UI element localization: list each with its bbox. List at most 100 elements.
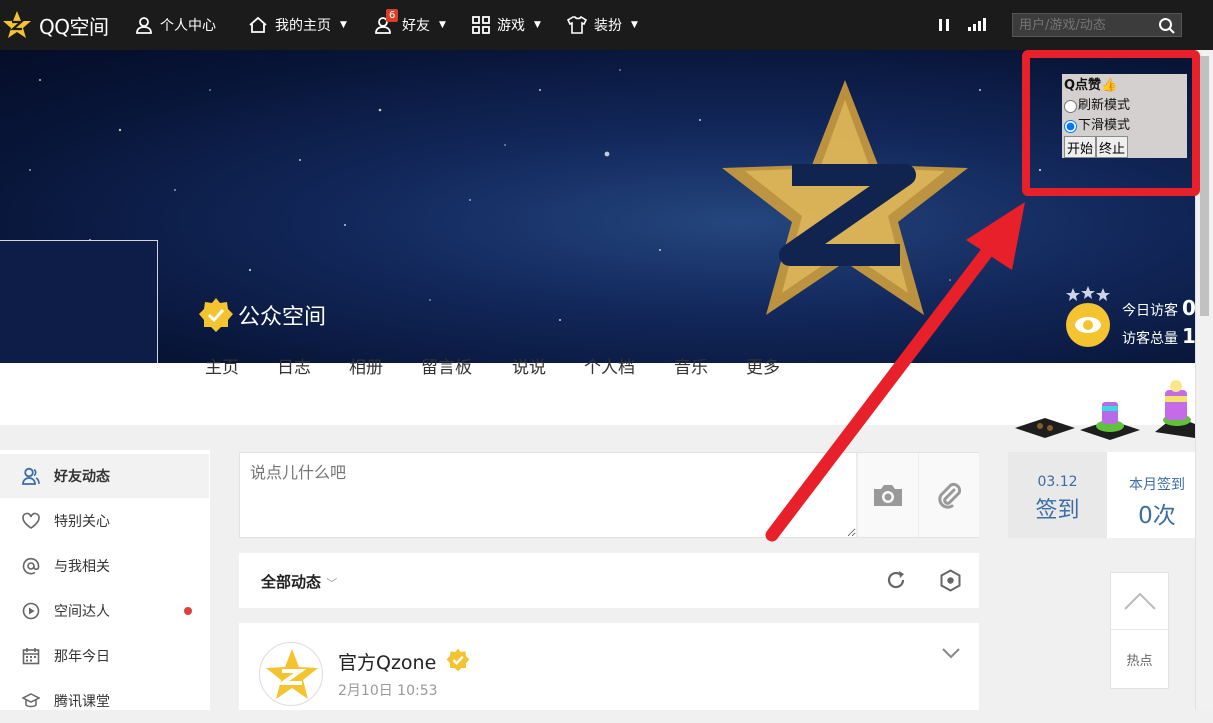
feed-author-name: 官方Qzone	[338, 652, 437, 674]
tab-message-board[interactable]: 留言板	[421, 353, 472, 378]
nav-friends[interactable]: 好友 ▼	[375, 0, 446, 50]
brand-text: 公众空间	[238, 305, 327, 330]
feed-filter-dropdown[interactable]: 全部动态 ﹀	[261, 571, 337, 592]
post-input[interactable]	[240, 453, 857, 537]
chevron-down-icon: ▼	[439, 20, 446, 30]
qzone-star-emblem	[722, 80, 968, 315]
home-icon	[249, 16, 267, 33]
visitors-total-count: 1	[1182, 324, 1196, 348]
hot-topics-button[interactable]: 热点	[1111, 650, 1168, 669]
search-input[interactable]	[1012, 13, 1182, 37]
checkin-button[interactable]: 03.12 签到	[1008, 452, 1107, 538]
nav-label: 游戏	[497, 18, 525, 34]
search-icon[interactable]	[1158, 17, 1176, 35]
checkin-date: 03.12	[1037, 474, 1078, 490]
back-to-top-button[interactable]	[1111, 573, 1168, 630]
attach-link-button[interactable]	[918, 453, 979, 537]
tab-profile[interactable]: 个人档	[584, 353, 635, 378]
qzone-star-icon	[266, 649, 318, 699]
paperclip-icon	[938, 482, 962, 509]
pause-icon	[939, 19, 949, 31]
monthly-checkin: 本月签到 0次	[1107, 452, 1195, 538]
left-sidebar: 好友动态 特别关心 与我相关 空间达人 那年今日 腾讯课堂	[0, 450, 210, 710]
visitor-eye-icon	[1066, 286, 1110, 347]
pause-button[interactable]	[938, 0, 950, 50]
feed-author[interactable]: 官方Qzone	[338, 648, 470, 675]
floating-side-tools: 热点	[1110, 572, 1169, 689]
sidebar-item-that-year-today[interactable]: 那年今日	[0, 634, 209, 678]
gift-decorations	[1015, 380, 1195, 440]
nav-label: 我的主页	[275, 18, 331, 34]
notification-dot	[184, 607, 192, 615]
signal-button[interactable]	[967, 0, 987, 50]
nav-decorate[interactable]: 装扮 ▼	[567, 0, 638, 50]
qzone-logo[interactable]: QQ空间	[2, 0, 109, 50]
sidebar-item-tencent-classroom[interactable]: 腾讯课堂	[0, 679, 209, 723]
tab-blog[interactable]: 日志	[277, 353, 311, 378]
monthly-checkin-label: 本月签到	[1129, 477, 1185, 493]
chevron-down-icon: ▼	[534, 20, 541, 30]
sidebar-item-label: 与我相关	[54, 559, 110, 575]
friends-icon	[22, 467, 40, 485]
feed-item: 官方Qzone 2月10日 10:53	[239, 623, 979, 710]
brand-title: 公众空间	[198, 297, 326, 333]
sidebar-item-special-care[interactable]: 特别关心	[0, 499, 209, 543]
nav-label: 装扮	[594, 18, 622, 34]
tab-more[interactable]: 更多	[746, 353, 780, 378]
monthly-checkin-count: 0次	[1138, 503, 1176, 529]
settings-hexagon-icon[interactable]	[939, 569, 962, 592]
sidebar-item-friend-feed[interactable]: 好友动态	[0, 454, 209, 498]
nav-personal-center[interactable]: 个人中心	[135, 0, 216, 50]
visitors-total-label: 访客总量	[1122, 331, 1178, 347]
nav-my-homepage[interactable]: 我的主页 ▼	[248, 0, 347, 50]
feed-timestamp: 2月10日 10:53	[338, 683, 438, 699]
feed-title-text: 全部动态	[261, 573, 322, 591]
camera-icon	[874, 485, 902, 506]
sidebar-item-label: 腾讯课堂	[54, 694, 110, 710]
nav-games[interactable]: 游戏 ▼	[472, 0, 541, 50]
refresh-icon[interactable]	[885, 569, 907, 591]
post-composer	[239, 452, 979, 538]
chevron-down-icon: ▼	[340, 20, 347, 30]
scrollbar-thumb[interactable]	[1200, 56, 1209, 316]
sidebar-item-label: 那年今日	[54, 649, 110, 665]
chevron-down-icon[interactable]	[941, 647, 961, 659]
graduation-cap-icon	[22, 693, 40, 708]
visitors-today-label: 今日访客	[1122, 303, 1178, 319]
heart-icon	[22, 512, 40, 529]
banner	[0, 50, 1195, 363]
verified-badge-icon	[199, 298, 233, 332]
grid-icon	[472, 16, 490, 34]
sidebar-item-label: 好友动态	[54, 469, 110, 485]
top-navigation-bar: QQ空间 个人中心 我的主页 ▼ 好友 ▼ 6 游戏 ▼ 装扮 ▼	[0, 0, 1213, 50]
sidebar-item-label: 特别关心	[54, 514, 110, 530]
verified-badge-icon	[447, 648, 470, 672]
sidebar-item-label: 空间达人	[54, 604, 110, 620]
visitors-today-count: 0	[1182, 296, 1196, 320]
notification-badge: 6	[386, 9, 399, 22]
upload-photo-button[interactable]	[857, 453, 918, 537]
tab-music[interactable]: 音乐	[674, 353, 708, 378]
sidebar-item-space-expert[interactable]: 空间达人	[0, 589, 209, 633]
at-icon	[22, 557, 40, 575]
tab-album[interactable]: 相册	[349, 353, 383, 378]
play-icon	[22, 602, 40, 620]
nav-label: 个人中心	[160, 18, 216, 34]
chevron-down-icon: ﹀	[326, 577, 338, 590]
calendar-icon	[22, 648, 40, 665]
feed-header: 全部动态 ﹀	[239, 553, 979, 608]
avatar[interactable]	[259, 642, 323, 706]
nav-label: 好友	[402, 18, 430, 34]
logo-text: QQ空间	[39, 14, 109, 39]
tab-shuoshuo[interactable]: 说说	[512, 353, 546, 378]
qzone-star-icon	[3, 11, 31, 38]
sidebar-item-about-me[interactable]: 与我相关	[0, 544, 209, 588]
checkin-label: 签到	[1035, 498, 1080, 523]
chevron-down-icon: ▼	[631, 20, 638, 30]
visitor-stats: 今日访客 0 访客总量 1	[1122, 296, 1196, 352]
shirt-icon	[567, 16, 587, 34]
signal-bars-icon	[968, 18, 986, 31]
starfield-background	[29, 69, 1101, 321]
highlight-box	[1022, 50, 1200, 196]
tab-home[interactable]: 主页	[205, 353, 239, 378]
